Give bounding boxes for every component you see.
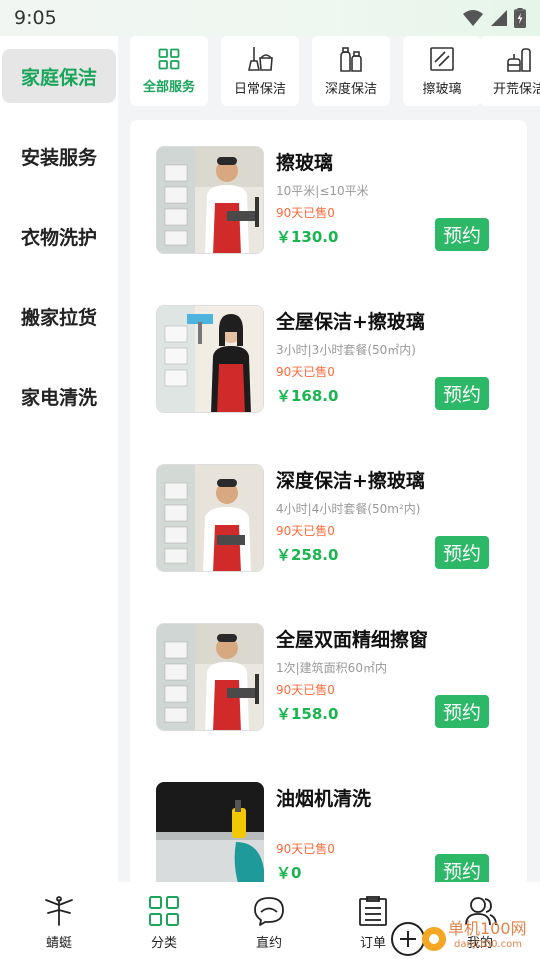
product-title: 擦玻璃 xyxy=(276,152,334,174)
product-list: 擦玻璃 10平米|≤10平米 90天已售0 ￥130.0 预约 全屋保洁+擦玻璃… xyxy=(130,120,527,886)
subcategory-tabs: 全部服务 日常保洁 深度保洁 擦玻璃 开荒保洁 xyxy=(118,36,540,118)
tab-window-cleaning[interactable]: 擦玻璃 xyxy=(403,36,481,106)
category-grid-icon xyxy=(149,896,179,926)
product-image xyxy=(156,623,264,731)
watermark: 单机100网 danji100.com xyxy=(388,913,540,960)
status-icons xyxy=(462,8,526,28)
sidebar-item-moving[interactable]: 搬家拉货 xyxy=(0,289,118,343)
broom-bucket-icon xyxy=(248,46,273,71)
wifi-icon xyxy=(463,10,483,26)
nav-dragonfly[interactable]: 蜻蜓 xyxy=(19,896,99,956)
window-glass-icon xyxy=(430,46,454,71)
watermark-url: danji100.com xyxy=(454,939,522,950)
product-card[interactable]: 油烟机清洗 90天已售0 ￥0 预约 xyxy=(130,782,527,886)
tab-post-renovation-cleaning[interactable]: 开荒保洁 xyxy=(480,36,540,106)
sidebar-item-appliance-cleaning[interactable]: 家电清洗 xyxy=(0,369,118,423)
status-bar: 9:05 xyxy=(0,0,540,36)
product-card[interactable]: 全屋保洁+擦玻璃 3小时|3小时套餐(50㎡内) 90天已售0 ￥168.0 预… xyxy=(130,305,527,425)
sidebar-item-laundry[interactable]: 衣物洗护 xyxy=(0,209,118,263)
tab-label: 日常保洁 xyxy=(233,81,286,97)
watermark-logo-icon xyxy=(391,922,446,956)
product-image xyxy=(156,464,264,572)
product-image xyxy=(156,305,264,413)
order-list-icon xyxy=(359,896,387,926)
product-card[interactable]: 全屋双面精细擦窗 1次|建筑面积60㎡内 90天已售0 ￥158.0 预约 xyxy=(130,623,527,743)
product-price: ￥168.0 xyxy=(276,387,339,405)
product-sales: 90天已售0 xyxy=(276,683,335,697)
product-sales: 90天已售0 xyxy=(276,206,335,220)
nav-label: 订单 xyxy=(359,936,386,951)
tab-label: 开荒保洁 xyxy=(492,81,540,97)
product-title: 全屋双面精细擦窗 xyxy=(276,629,429,651)
grid-icon xyxy=(158,48,180,69)
product-spec: 10平米|≤10平米 xyxy=(276,184,369,198)
product-title: 全屋保洁+擦玻璃 xyxy=(276,311,425,333)
tab-deep-cleaning[interactable]: 深度保洁 xyxy=(312,36,390,106)
product-price: ￥158.0 xyxy=(276,705,339,723)
product-price: ￥130.0 xyxy=(276,228,339,246)
status-time: 9:05 xyxy=(14,7,57,29)
nav-label: 直约 xyxy=(255,936,282,951)
product-spec: 4小时|4小时套餐(50m²内) xyxy=(276,502,421,516)
spray-bottles-icon xyxy=(340,46,362,72)
product-sales: 90天已售0 xyxy=(276,524,335,538)
product-spec: 1次|建筑面积60㎡内 xyxy=(276,661,387,675)
cleaning-tools-icon xyxy=(507,47,531,72)
chat-bubble-icon xyxy=(254,897,284,926)
sidebar-item-label: 搬家拉货 xyxy=(20,306,97,329)
battery-charging-icon xyxy=(514,8,526,28)
product-price: ￥0 xyxy=(276,864,302,882)
nav-label: 分类 xyxy=(150,936,177,951)
sidebar-item-installation[interactable]: 安装服务 xyxy=(0,129,118,183)
product-card[interactable]: 深度保洁+擦玻璃 4小时|4小时套餐(50m²内) 90天已售0 ￥258.0 … xyxy=(130,464,527,584)
book-button[interactable]: 预约 xyxy=(435,695,489,728)
book-button[interactable]: 预约 xyxy=(435,377,489,410)
product-title: 油烟机清洗 xyxy=(276,788,372,810)
dragonfly-icon xyxy=(45,896,73,926)
sidebar-item-label: 衣物洗护 xyxy=(20,226,97,249)
category-sidebar: 家庭保洁 安装服务 衣物洗护 搬家拉货 家电清洗 xyxy=(0,36,118,882)
tab-all-services[interactable]: 全部服务 xyxy=(130,36,208,106)
product-sales: 90天已售0 xyxy=(276,842,335,856)
product-card[interactable]: 擦玻璃 10平米|≤10平米 90天已售0 ￥130.0 预约 xyxy=(130,146,527,266)
product-sales: 90天已售0 xyxy=(276,365,335,379)
sidebar-item-label: 安装服务 xyxy=(20,146,97,169)
book-button[interactable]: 预约 xyxy=(435,218,489,251)
product-spec: 3小时|3小时套餐(50㎡内) xyxy=(276,343,416,357)
nav-direct-booking[interactable]: 直约 xyxy=(229,896,309,956)
product-title: 深度保洁+擦玻璃 xyxy=(276,470,425,492)
watermark-text: 单机100网 xyxy=(448,919,527,938)
sidebar-item-home-cleaning[interactable]: 家庭保洁 xyxy=(2,49,116,103)
product-image xyxy=(156,782,264,886)
tab-label: 擦玻璃 xyxy=(422,81,462,97)
product-price: ￥258.0 xyxy=(276,546,339,564)
sidebar-item-label: 家电清洗 xyxy=(20,386,97,409)
tab-label: 深度保洁 xyxy=(324,81,377,97)
nav-category[interactable]: 分类 xyxy=(124,896,204,956)
product-image xyxy=(156,146,264,254)
tab-label: 全部服务 xyxy=(142,79,195,95)
tab-daily-cleaning[interactable]: 日常保洁 xyxy=(221,36,299,106)
sidebar-item-label: 家庭保洁 xyxy=(20,66,97,89)
signal-icon xyxy=(491,10,507,26)
book-button[interactable]: 预约 xyxy=(435,536,489,569)
nav-label: 蜻蜓 xyxy=(45,936,72,951)
